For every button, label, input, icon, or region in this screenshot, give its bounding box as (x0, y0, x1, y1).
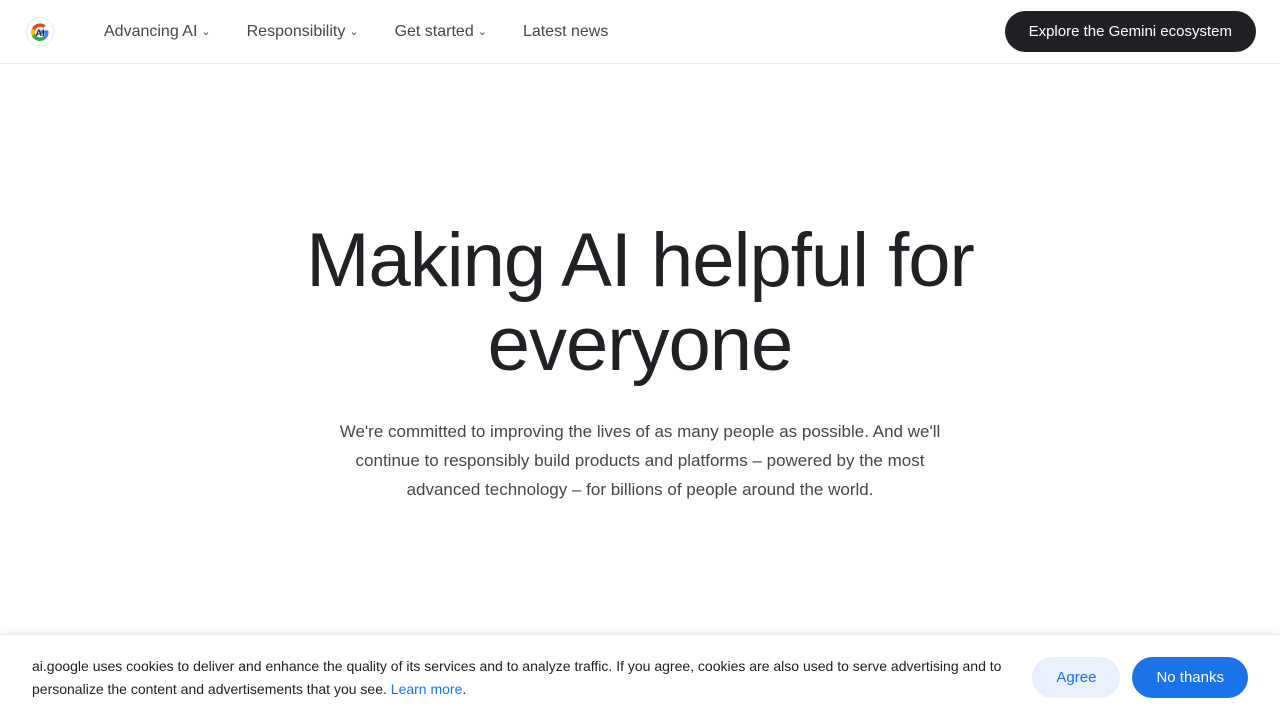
cookie-message: ai.google uses cookies to deliver and en… (32, 655, 1008, 700)
cookie-actions: Agree No thanks (1032, 657, 1248, 698)
chevron-down-icon: ⌄ (349, 25, 358, 38)
navbar: AI Advancing AI ⌄ Responsibility ⌄ Get s… (0, 0, 1280, 64)
explore-gemini-button[interactable]: Explore the Gemini ecosystem (1005, 11, 1256, 52)
nav-get-started[interactable]: Get started ⌄ (379, 15, 503, 49)
hero-title: Making AI helpful for everyone (190, 219, 1090, 386)
hero-subtitle: We're committed to improving the lives o… (330, 418, 950, 505)
learn-more-link[interactable]: Learn more (391, 681, 463, 697)
hero-section: Making AI helpful for everyone We're com… (0, 64, 1280, 640)
nav-responsibility[interactable]: Responsibility ⌄ (231, 15, 375, 49)
nav-advancing-ai[interactable]: Advancing AI ⌄ (88, 15, 227, 49)
no-thanks-button[interactable]: No thanks (1132, 657, 1248, 698)
google-ai-logo-icon: AI (24, 16, 56, 48)
logo-link[interactable]: AI (24, 16, 56, 48)
chevron-down-icon: ⌄ (201, 25, 210, 38)
svg-text:AI: AI (36, 28, 45, 38)
nav-links: Advancing AI ⌄ Responsibility ⌄ Get star… (88, 15, 1005, 49)
chevron-down-icon: ⌄ (478, 25, 487, 38)
agree-button[interactable]: Agree (1032, 657, 1120, 698)
nav-latest-news[interactable]: Latest news (507, 15, 624, 49)
cookie-banner: ai.google uses cookies to deliver and en… (0, 634, 1280, 720)
